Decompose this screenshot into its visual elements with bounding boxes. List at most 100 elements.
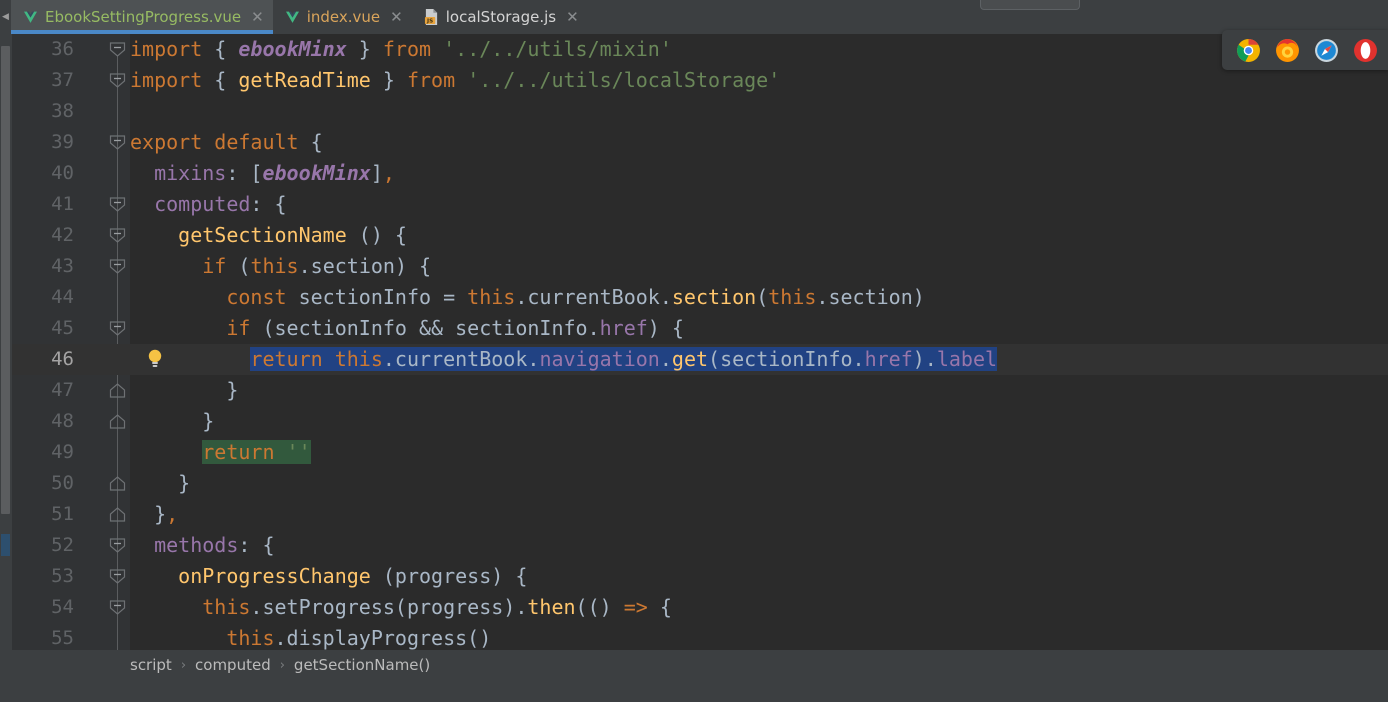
code-token: const xyxy=(226,285,287,309)
code-token: mixins xyxy=(154,161,227,185)
line-number: 38 xyxy=(51,100,74,122)
code-token: this xyxy=(768,285,817,309)
code-token: { xyxy=(647,595,672,619)
line-number: 42 xyxy=(51,224,74,246)
line-number: 48 xyxy=(51,410,74,432)
code-token: (() xyxy=(575,595,624,619)
lightbulb-intention-icon[interactable] xyxy=(146,348,164,370)
code-lines[interactable]: 36 import { ebookMinx } from '../../utils… xyxy=(12,34,1388,650)
code-token xyxy=(274,440,287,464)
code-token: .currentBook. xyxy=(515,285,672,309)
window-notch xyxy=(980,0,1080,10)
code-line[interactable]: 49 return '' xyxy=(12,437,1388,468)
code-token: label xyxy=(936,347,998,371)
code-line[interactable]: 46 return this.currentBook.navigation.ge… xyxy=(12,344,1388,375)
scrollbar-thumb[interactable] xyxy=(1,46,10,514)
code-token: import xyxy=(130,68,215,92)
line-number: 45 xyxy=(51,317,74,339)
vue-file-icon xyxy=(285,11,300,24)
browser-preview-bar xyxy=(1222,30,1388,70)
code-text: return '' xyxy=(130,437,311,468)
code-line[interactable]: 51 }, xyxy=(12,499,1388,530)
line-number: 39 xyxy=(51,131,74,153)
code-token: ] xyxy=(370,161,383,185)
code-text: } xyxy=(130,468,190,499)
code-token: ) xyxy=(912,347,925,371)
code-token: this xyxy=(250,254,299,278)
code-token: href xyxy=(864,347,913,371)
code-token: section xyxy=(671,285,757,309)
code-token: sectionInfo = xyxy=(286,285,468,309)
opera-icon[interactable] xyxy=(1353,38,1378,63)
ide-window: ◀ EbookSettingProgress.vue ✕ index.vue ✕ JS l… xyxy=(0,0,1388,702)
code-text: computed: { xyxy=(130,189,287,220)
code-line[interactable]: 54 this.setProgress(progress).then(() =>… xyxy=(12,592,1388,623)
close-icon[interactable]: ✕ xyxy=(390,9,403,25)
line-number: 53 xyxy=(51,565,74,587)
safari-icon[interactable] xyxy=(1314,38,1339,63)
editor-tab-label: index.vue xyxy=(306,8,381,26)
close-icon[interactable]: ✕ xyxy=(566,9,579,25)
code-line[interactable]: 50 } xyxy=(12,468,1388,499)
line-number: 49 xyxy=(51,441,74,463)
editor-tab-1[interactable]: index.vue ✕ xyxy=(273,0,412,34)
code-token: .currentBook. xyxy=(382,347,540,371)
line-number: 36 xyxy=(51,38,74,60)
code-token: import xyxy=(130,37,215,61)
code-token: this xyxy=(202,595,251,619)
breadcrumb-item-2[interactable]: getSectionName() xyxy=(294,656,430,674)
code-token: => xyxy=(623,595,648,619)
code-token: this xyxy=(226,626,275,650)
breadcrumb-item-0[interactable]: script xyxy=(130,656,172,674)
code-line[interactable]: 52 methods: { xyxy=(12,530,1388,561)
code-token: { xyxy=(214,37,239,61)
code-line[interactable]: 40 mixins: [ebookMinx], xyxy=(12,158,1388,189)
code-line[interactable]: 36 import { ebookMinx } from '../../utils… xyxy=(12,34,1388,65)
code-text: export default { xyxy=(130,127,323,158)
code-line[interactable]: 55 this.displayProgress() xyxy=(12,623,1388,650)
firefox-icon[interactable] xyxy=(1275,38,1300,63)
code-token: '../../utils/localStorage' xyxy=(467,68,781,92)
code-token: return xyxy=(202,440,275,464)
code-line[interactable]: 39 export default { xyxy=(12,127,1388,158)
code-text: } xyxy=(130,375,238,406)
code-token: : { xyxy=(238,533,275,557)
editor-tab-2[interactable]: JS localStorage.js ✕ xyxy=(412,0,588,34)
code-token: } xyxy=(346,37,383,61)
scrollbar-marker xyxy=(1,534,10,556)
code-token: : { xyxy=(250,192,287,216)
code-token: .section) xyxy=(816,285,925,309)
code-line[interactable]: 41 computed: { xyxy=(12,189,1388,220)
code-token: methods xyxy=(154,533,239,557)
code-token: } xyxy=(130,471,191,495)
code-line[interactable]: 37 import { getReadTime } from '../../uti… xyxy=(12,65,1388,96)
chrome-icon[interactable] xyxy=(1236,38,1261,63)
line-number: 41 xyxy=(51,193,74,215)
code-line[interactable]: 53 onProgressChange (progress) { xyxy=(12,561,1388,592)
code-line[interactable]: 48 } xyxy=(12,406,1388,437)
chevron-left-icon[interactable]: ◀ xyxy=(0,0,11,34)
code-line[interactable]: 45 if (sectionInfo && sectionInfo.href) … xyxy=(12,313,1388,344)
code-token: , xyxy=(166,502,179,526)
code-text: getSectionName () { xyxy=(130,220,407,251)
code-line[interactable]: 47 } xyxy=(12,375,1388,406)
code-line[interactable]: 38 xyxy=(12,96,1388,127)
code-token: } xyxy=(370,68,407,92)
code-line[interactable]: 42 getSectionName () { xyxy=(12,220,1388,251)
code-line[interactable]: 44 const sectionInfo = this.currentBook.… xyxy=(12,282,1388,313)
editor-scrollbar[interactable] xyxy=(0,34,12,650)
code-line[interactable]: 43 if (this.section) { xyxy=(12,251,1388,282)
code-editor[interactable]: 36 import { ebookMinx } from '../../utils… xyxy=(0,34,1388,650)
close-icon[interactable]: ✕ xyxy=(251,9,264,25)
editor-tab-0[interactable]: EbookSettingProgress.vue ✕ xyxy=(11,0,273,34)
breadcrumb-item-1[interactable]: computed xyxy=(195,656,271,674)
code-token: ( xyxy=(756,285,769,309)
code-token: ebookMinx xyxy=(262,161,371,185)
